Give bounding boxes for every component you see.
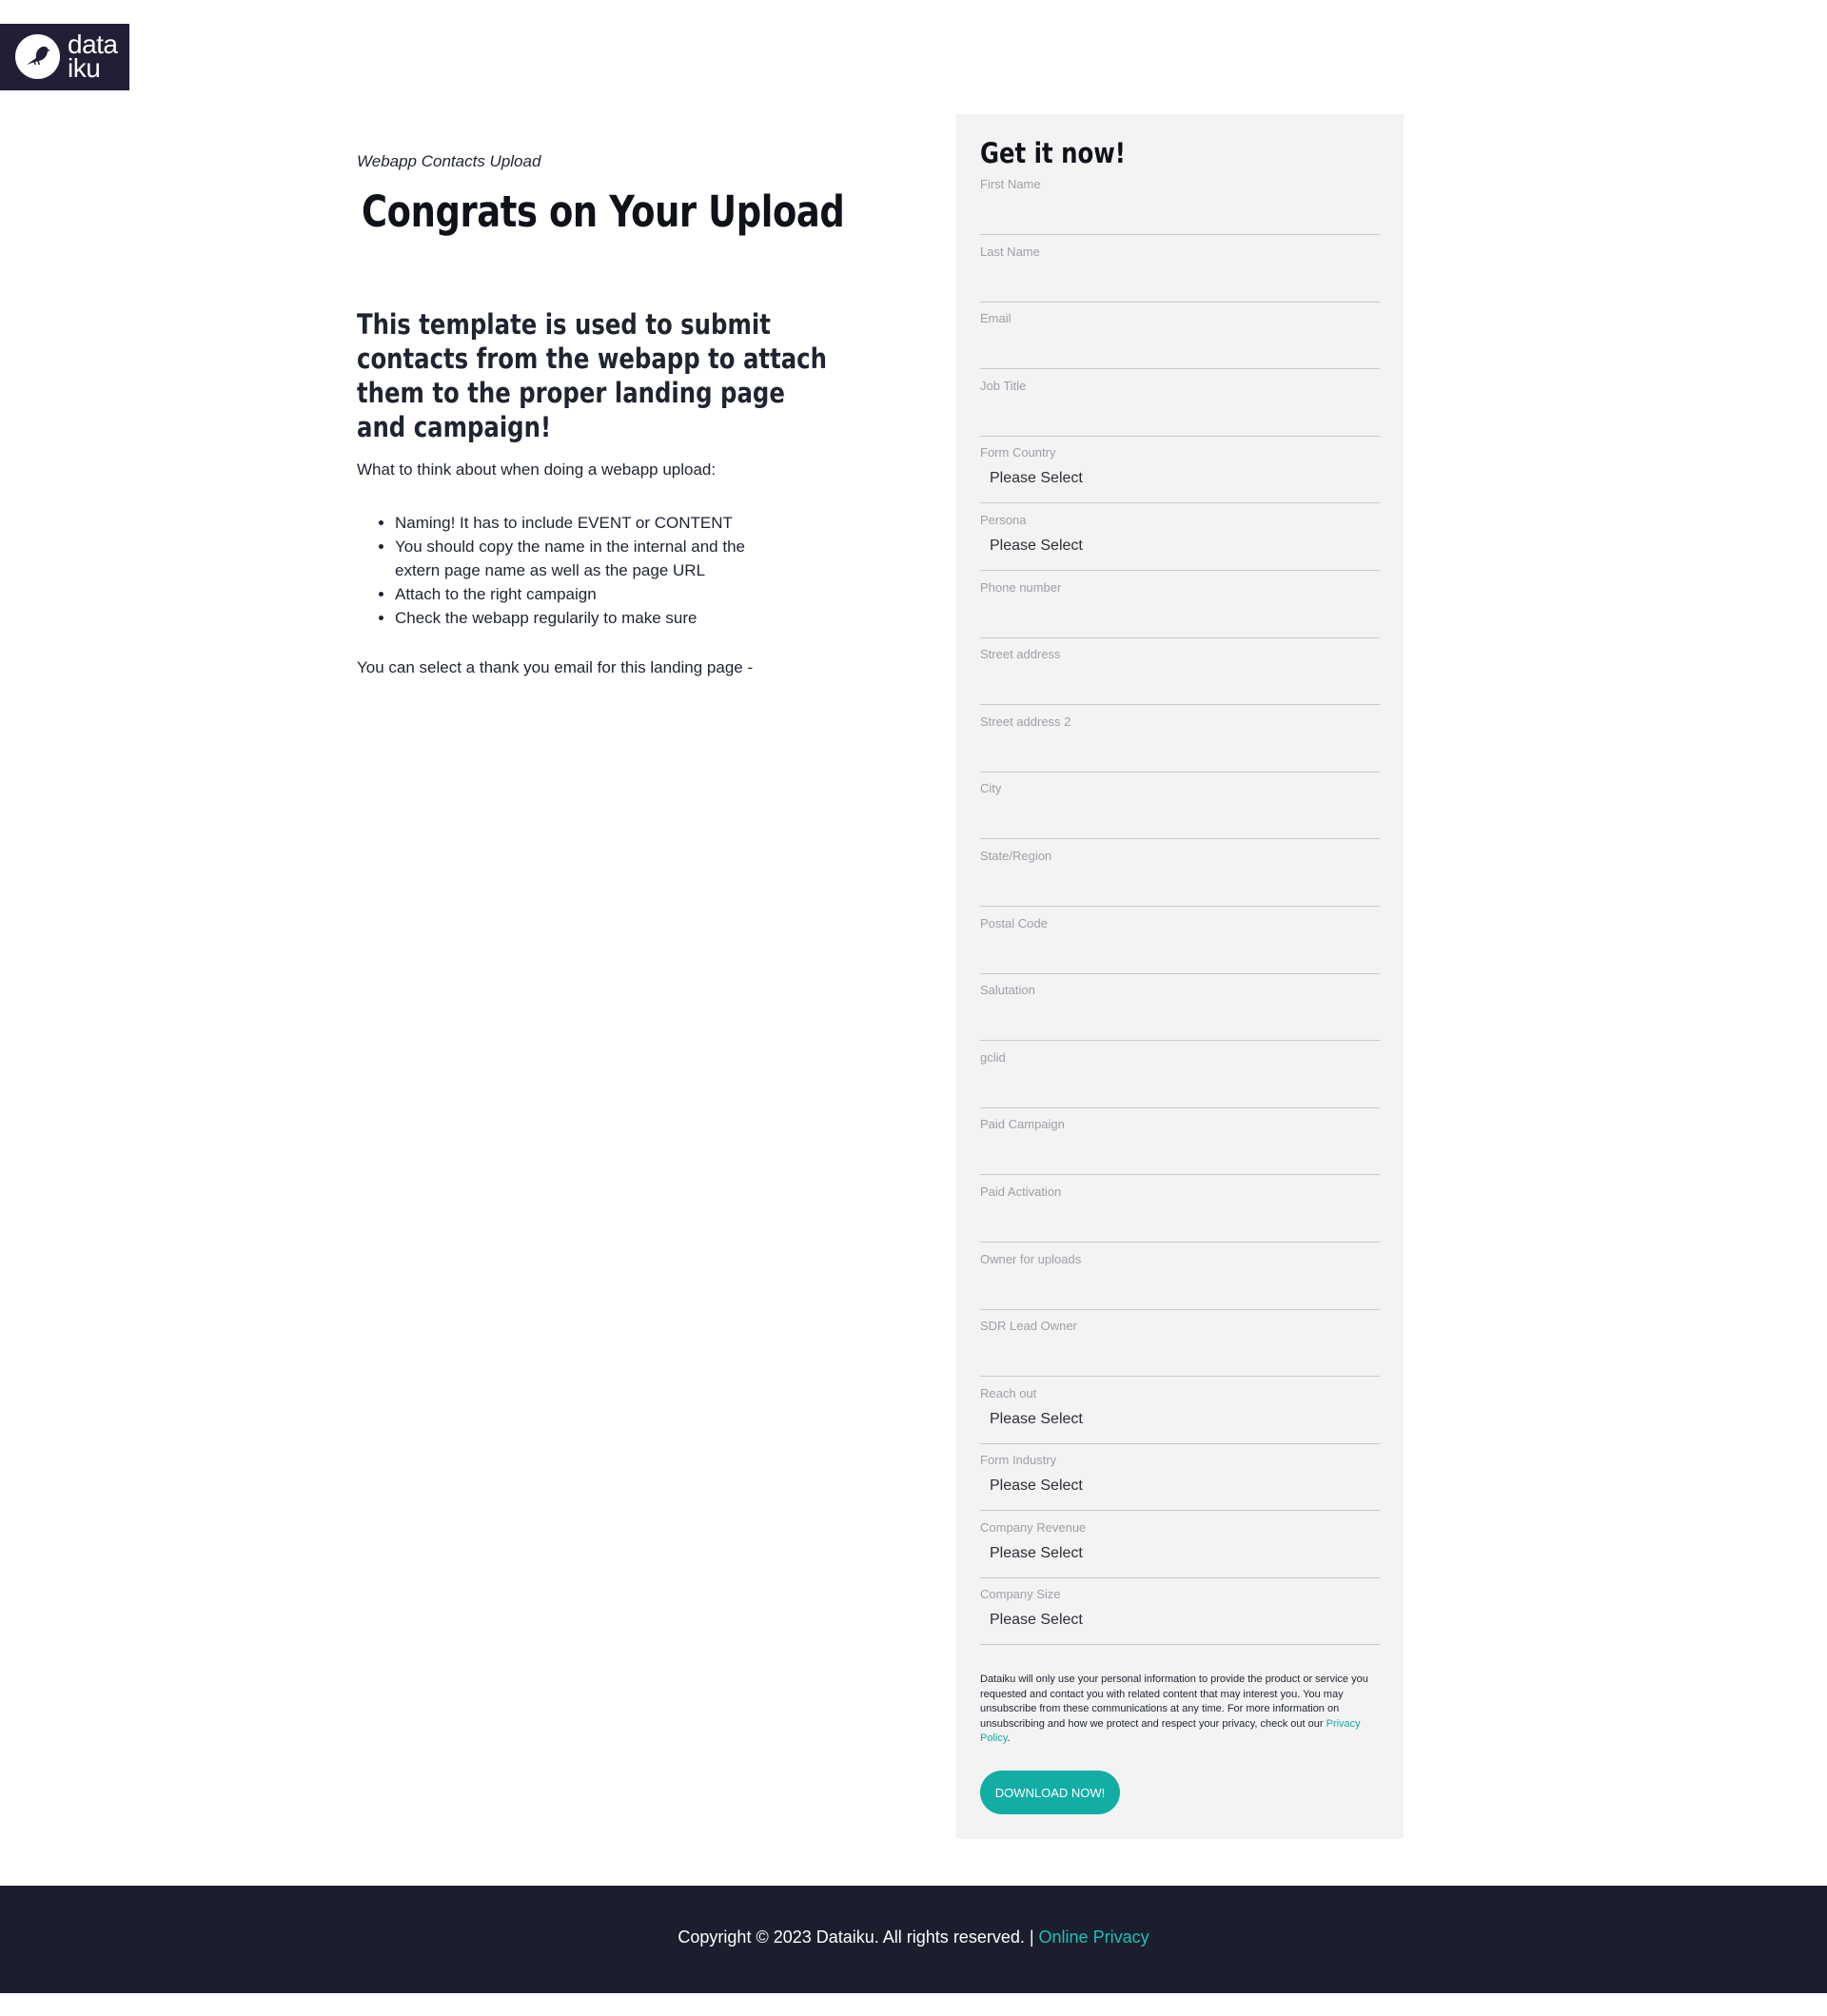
field-underline [980, 1106, 1380, 1108]
persona-select[interactable]: Persona Please Select [980, 513, 1380, 580]
logo-wordmark: data iku [68, 31, 118, 83]
form-title: Get it now! [980, 137, 1126, 169]
city-field[interactable]: City [980, 781, 1380, 849]
field-underline [980, 1442, 1380, 1444]
dataiku-logo[interactable]: data iku [0, 24, 129, 90]
owner-for-uploads-field[interactable]: Owner for uploads [980, 1252, 1380, 1320]
field-label: Street address [980, 647, 1061, 662]
logo-wordmark-line2: iku [68, 53, 101, 83]
tips-list: Naming! It has to include EVENT or CONTE… [357, 511, 776, 630]
intro-lead: What to think about when doing a webapp … [357, 460, 717, 479]
field-underline [980, 972, 1380, 974]
consent-end: . [1007, 1732, 1011, 1745]
paid-activation-field[interactable]: Paid Activation [980, 1184, 1380, 1252]
paid-campaign-field[interactable]: Paid Campaign [980, 1117, 1380, 1184]
online-privacy-link[interactable]: Online Privacy [1039, 1928, 1149, 1947]
list-item: Attach to the right campaign [395, 582, 776, 606]
page-eyebrow: Webapp Contacts Upload [357, 152, 541, 170]
field-label: Persona [980, 512, 1027, 527]
street-address-field[interactable]: Street address [980, 647, 1380, 714]
intro-closing: You can select a thank you email for thi… [357, 658, 754, 676]
field-label: State/Region [980, 848, 1052, 863]
field-label: Owner for uploads [980, 1251, 1082, 1266]
field-underline [980, 771, 1380, 773]
page-title: Congrats on Your Upload [362, 186, 845, 237]
field-underline [980, 1376, 1380, 1378]
field-underline [980, 569, 1380, 571]
field-label: Company Size [980, 1587, 1061, 1602]
email-field[interactable]: Email [980, 311, 1380, 379]
field-underline [980, 1174, 1380, 1176]
salutation-field[interactable]: Salutation [980, 983, 1380, 1050]
select-value[interactable]: Please Select [990, 538, 1083, 555]
postal-code-field[interactable]: Postal Code [980, 916, 1380, 984]
copyright-text: Copyright © 2023 Dataiku. All rights res… [678, 1928, 1039, 1947]
field-label: Paid Activation [980, 1184, 1062, 1199]
field-label: Form Industry [980, 1453, 1057, 1468]
sdr-lead-owner-field[interactable]: SDR Lead Owner [980, 1319, 1380, 1386]
field-label: Form Country [980, 445, 1056, 460]
field-underline [980, 301, 1380, 303]
page-footer: Copyright © 2023 Dataiku. All rights res… [0, 1886, 1827, 1993]
field-underline [980, 435, 1380, 437]
field-underline [980, 502, 1380, 504]
field-underline [980, 1040, 1380, 1042]
field-label: Company Revenue [980, 1519, 1087, 1535]
field-underline [980, 1576, 1380, 1578]
list-item: You should copy the name in the internal… [395, 535, 776, 582]
field-underline [980, 905, 1380, 907]
field-label: gclid [980, 1049, 1006, 1065]
field-underline [980, 704, 1380, 706]
select-value[interactable]: Please Select [990, 1612, 1083, 1629]
field-label: First Name [980, 177, 1041, 191]
form-fields: First Name Last Name Email Job Title Form Co… [980, 177, 1380, 1654]
list-item: Check the webapp regularily to make sure [395, 606, 776, 630]
field-underline [980, 234, 1380, 235]
download-button[interactable]: DOWNLOAD NOW! [980, 1771, 1120, 1814]
street-address-2-field[interactable]: Street address 2 [980, 714, 1380, 782]
field-label: Salutation [980, 983, 1035, 998]
consent-body: Dataiku will only use your personal info… [980, 1673, 1368, 1730]
field-label: Reach out [980, 1385, 1037, 1400]
state-region-field[interactable]: State/Region [980, 849, 1380, 916]
field-underline [980, 1241, 1380, 1243]
last-name-field[interactable]: Last Name [980, 245, 1380, 312]
field-label: Last Name [980, 244, 1040, 259]
select-value[interactable]: Please Select [990, 470, 1083, 487]
company-size-select[interactable]: Company Size Please Select [980, 1587, 1380, 1654]
job-title-field[interactable]: Job Title [980, 379, 1380, 446]
lead-form: Get it now! First Name Last Name Email Job … [956, 114, 1404, 1839]
field-label: Phone number [980, 579, 1062, 595]
select-value[interactable]: Please Select [990, 1478, 1083, 1495]
field-underline [980, 1510, 1380, 1512]
phone-number-field[interactable]: Phone number [980, 580, 1380, 648]
field-label: Job Title [980, 378, 1027, 393]
form-country-select[interactable]: Form Country Please Select [980, 445, 1380, 513]
footer-text: Copyright © 2023 Dataiku. All rights res… [0, 1886, 1827, 1988]
reach-out-select[interactable]: Reach out Please Select [980, 1386, 1380, 1454]
field-label: Email [980, 311, 1012, 326]
field-underline [980, 1644, 1380, 1646]
first-name-field[interactable]: First Name [980, 177, 1380, 245]
field-label: SDR Lead Owner [980, 1319, 1077, 1334]
field-underline [980, 838, 1380, 840]
field-underline [980, 1308, 1380, 1310]
gclid-field[interactable]: gclid [980, 1050, 1380, 1118]
list-item: Naming! It has to include EVENT or CONTE… [395, 511, 776, 535]
select-value[interactable]: Please Select [990, 1411, 1083, 1428]
page-subheading: This template is used to submit contacts… [357, 308, 827, 443]
field-label: Paid Campaign [980, 1117, 1065, 1132]
form-industry-select[interactable]: Form Industry Please Select [980, 1453, 1380, 1520]
field-label: City [980, 781, 1002, 796]
select-value[interactable]: Please Select [990, 1545, 1083, 1562]
field-label: Postal Code [980, 915, 1048, 930]
bird-icon [15, 34, 60, 79]
company-revenue-select[interactable]: Company Revenue Please Select [980, 1520, 1380, 1588]
field-label: Street address 2 [980, 714, 1071, 729]
consent-text: Dataiku will only use your personal info… [980, 1673, 1380, 1747]
field-underline [980, 368, 1380, 370]
field-underline [980, 636, 1380, 638]
